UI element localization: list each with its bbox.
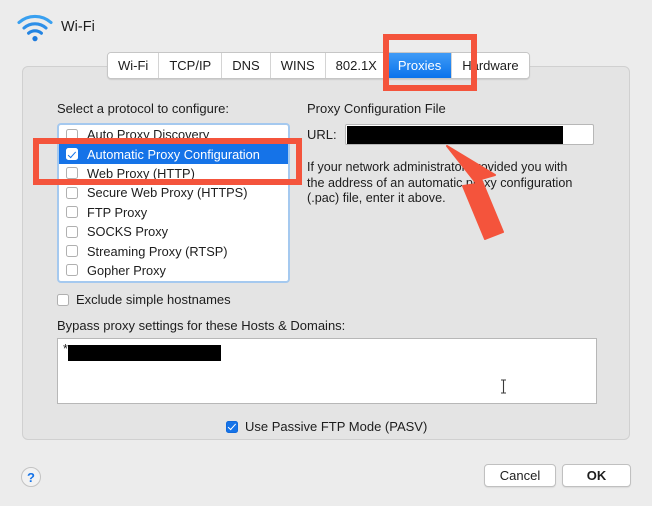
protocol-row[interactable]: Automatic Proxy Configuration [59,144,288,164]
protocol-label: SOCKS Proxy [87,224,169,240]
settings-tab-bar: Wi-Fi TCP/IP DNS WINS 802.1X Proxies Har… [107,52,530,79]
window-header: Wi-Fi [0,0,652,52]
protocol-label: Web Proxy (HTTP) [87,165,195,181]
proxy-config-help-text: If your network administrator provided y… [307,160,573,205]
passive-ftp-row[interactable]: Use Passive FTP Mode (PASV) [226,419,427,434]
passive-ftp-label: Use Passive FTP Mode (PASV) [245,419,428,434]
tab-tcpip[interactable]: TCP/IP [159,53,223,78]
tab-wifi[interactable]: Wi-Fi [108,53,160,78]
protocol-label: Streaming Proxy (RTSP) [87,243,228,259]
tab-hardware[interactable]: Hardware [452,53,529,78]
checkbox-ftp-proxy[interactable] [66,206,78,219]
text-cursor-icon [501,379,506,394]
tab-wins[interactable]: WINS [270,53,326,78]
exclude-simple-hostnames-label: Exclude simple hostnames [76,292,231,307]
wifi-icon [17,14,53,42]
tab-proxies[interactable]: Proxies [387,53,453,78]
checkbox-streaming-proxy-rtsp[interactable] [66,245,78,258]
protocol-list[interactable]: Auto Proxy Discovery Automatic Proxy Con… [57,123,290,283]
window-title: Wi-Fi [61,19,95,35]
checkbox-secure-web-proxy-https[interactable] [66,186,78,199]
proxy-config-heading: Proxy Configuration File [307,101,446,116]
protocol-row[interactable]: Auto Proxy Discovery [59,125,288,144]
protocol-label: Auto Proxy Discovery [87,127,210,143]
protocol-label: FTP Proxy [87,204,148,220]
protocol-label: Automatic Proxy Configuration [87,146,260,162]
protocol-row[interactable]: Web Proxy (HTTP) [59,164,288,183]
tab-dns[interactable]: DNS [222,53,271,78]
checkbox-socks-proxy[interactable] [66,225,78,238]
checkbox-exclude-simple-hostnames[interactable] [57,293,69,306]
protocol-row[interactable]: SOCKS Proxy [59,222,288,241]
protocol-row[interactable]: Secure Web Proxy (HTTPS) [59,183,288,202]
checkbox-passive-ftp-mode[interactable] [226,420,238,433]
redaction-bar [68,345,221,361]
url-row: URL: [307,124,594,145]
url-input[interactable] [344,124,594,145]
protocol-row[interactable]: Streaming Proxy (RTSP) [59,241,288,260]
url-label: URL: [307,127,337,142]
bypass-label: Bypass proxy settings for these Hosts & … [57,318,346,333]
checkbox-gopher-proxy[interactable] [66,264,78,277]
bypass-textarea[interactable]: * [57,338,597,404]
help-button[interactable]: ? [21,467,41,487]
protocol-label: Gopher Proxy [87,262,166,278]
protocol-row[interactable]: FTP Proxy [59,203,288,222]
exclude-simple-hostnames-row[interactable]: Exclude simple hostnames [57,292,231,307]
checkbox-automatic-proxy-configuration[interactable] [66,148,78,161]
checkbox-auto-proxy-discovery[interactable] [66,128,78,141]
checkbox-web-proxy-http[interactable] [66,167,78,180]
ok-button[interactable]: OK [562,464,631,487]
protocol-row[interactable]: Gopher Proxy [59,261,288,280]
protocol-label: Secure Web Proxy (HTTPS) [87,185,248,201]
tab-8021x[interactable]: 802.1X [325,53,388,78]
protocol-list-label: Select a protocol to configure: [57,101,229,116]
cancel-button[interactable]: Cancel [484,464,556,487]
redaction-bar [346,126,563,144]
